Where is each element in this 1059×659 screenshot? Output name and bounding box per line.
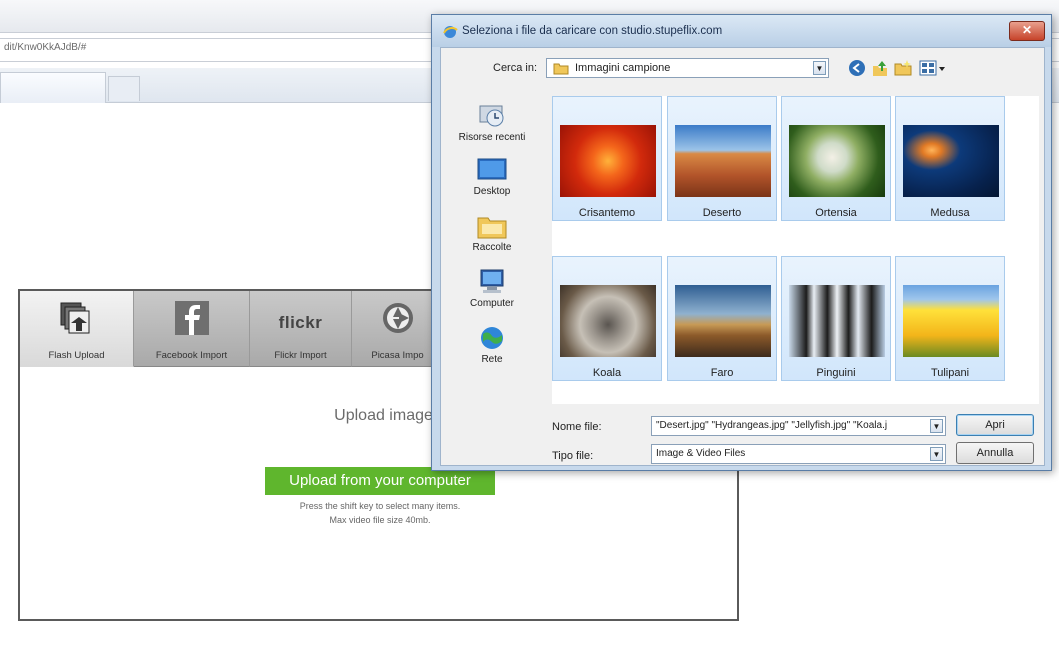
upload-from-computer-button[interactable]: Upload from your computer [265,467,495,495]
desktop-icon [477,156,507,184]
file-tile-koala[interactable]: Koala [552,256,662,381]
file-tile-crisantemo[interactable]: Crisantemo [552,96,662,221]
place-recent[interactable]: Risorse recenti [441,102,543,143]
place-computer[interactable]: Computer [441,268,543,309]
file-open-dialog: Seleziona i file da caricare con studio.… [431,14,1052,471]
new-folder-icon[interactable] [894,59,912,77]
browser-app-icon [442,24,458,43]
file-name: Faro [710,367,734,379]
tab-label: Picasa Impo [371,350,424,361]
file-tile-pinguini[interactable]: Pinguini [781,256,891,381]
file-tile-deserto[interactable]: Deserto [667,96,777,221]
open-button[interactable]: Apri [956,414,1034,436]
libraries-icon [477,212,507,240]
recent-places-icon [477,102,507,130]
thumbnail [789,285,885,357]
place-label: Raccolte [472,242,512,253]
browser-tab[interactable] [0,72,106,103]
thumbnail [675,125,771,197]
file-list: Crisantemo Deserto Ortensia Medusa Koala… [552,96,1039,404]
file-name: Ortensia [815,207,857,219]
thumbnail [560,285,656,357]
tab-flickr-import[interactable]: flickr Flickr Import [250,291,352,367]
network-icon [477,324,507,352]
upload-size-hint: Max video file size 40mb. [329,515,431,525]
file-tile-ortensia[interactable]: Ortensia [781,96,891,221]
place-desktop[interactable]: Desktop [441,156,543,197]
file-name: Tulipani [930,367,970,379]
upload-hint: Press the shift key to select many items… [299,501,461,511]
file-name: Koala [592,367,622,379]
thumbnail [560,125,656,197]
new-tab-button[interactable] [108,76,140,101]
file-name-label: Nome file: [552,421,602,433]
file-type-label: Tipo file: [552,450,594,462]
place-label: Risorse recenti [458,132,526,143]
place-label: Rete [481,354,503,365]
file-type-value: Image & Video Files [656,448,746,459]
view-menu-icon[interactable] [919,59,947,77]
thumbnail [789,125,885,197]
thumbnail [903,125,999,197]
file-name: Medusa [930,207,970,219]
file-name: Crisantemo [578,207,636,219]
cancel-button[interactable]: Annulla [956,442,1034,464]
file-name: Pinguini [816,367,856,379]
look-in-label: Cerca in: [493,62,538,74]
file-tile-tulipani[interactable]: Tulipani [895,256,1005,381]
dialog-title: Seleziona i file da caricare con studio.… [462,25,723,37]
flickr-logo: flickr [278,313,323,332]
place-label: Desktop [473,186,511,197]
thumbnail [903,285,999,357]
look-in-dropdown[interactable]: Immagini campione ▼ [546,58,829,78]
file-name-input[interactable]: "Desert.jpg" "Hydrangeas.jpg" "Jellyfish… [651,416,946,436]
look-in-value: Immagini campione [575,62,671,74]
place-label: Computer [470,298,514,309]
tab-label: Flash Upload [48,350,105,361]
flash-upload-icon [59,301,95,338]
folder-icon [553,62,569,78]
file-tile-faro[interactable]: Faro [667,256,777,381]
tab-label: Flickr Import [274,350,327,361]
address-text: dit/Knw0KkAJdB/# [4,42,87,53]
tab-flash-upload[interactable]: Flash Upload [20,291,134,367]
file-name-value: "Desert.jpg" "Hydrangeas.jpg" "Jellyfish… [656,420,888,431]
picasa-icon [381,301,415,338]
file-type-dropdown[interactable]: Image & Video Files ▼ [651,444,946,464]
computer-icon [477,268,507,296]
tab-label: Facebook Import [155,350,228,361]
chevron-down-icon[interactable]: ▼ [930,419,943,433]
file-tile-medusa[interactable]: Medusa [895,96,1005,221]
dialog-titlebar[interactable]: Seleziona i file da caricare con studio.… [432,15,1051,47]
facebook-icon [174,301,209,338]
dialog-body: Cerca in: Immagini campione ▼ Risorse re… [440,47,1045,466]
close-button[interactable]: ✕ [1009,21,1045,41]
up-folder-icon[interactable] [871,59,889,77]
place-network[interactable]: Rete [441,324,543,365]
places-bar: Risorse recenti Desktop Raccolte Compute… [441,94,543,394]
place-libraries[interactable]: Raccolte [441,212,543,253]
file-name: Deserto [702,207,742,219]
tab-facebook-import[interactable]: Facebook Import [134,291,250,367]
chevron-down-icon[interactable]: ▼ [813,61,826,75]
back-icon[interactable] [848,59,866,77]
thumbnail [675,285,771,357]
chevron-down-icon[interactable]: ▼ [930,447,943,461]
